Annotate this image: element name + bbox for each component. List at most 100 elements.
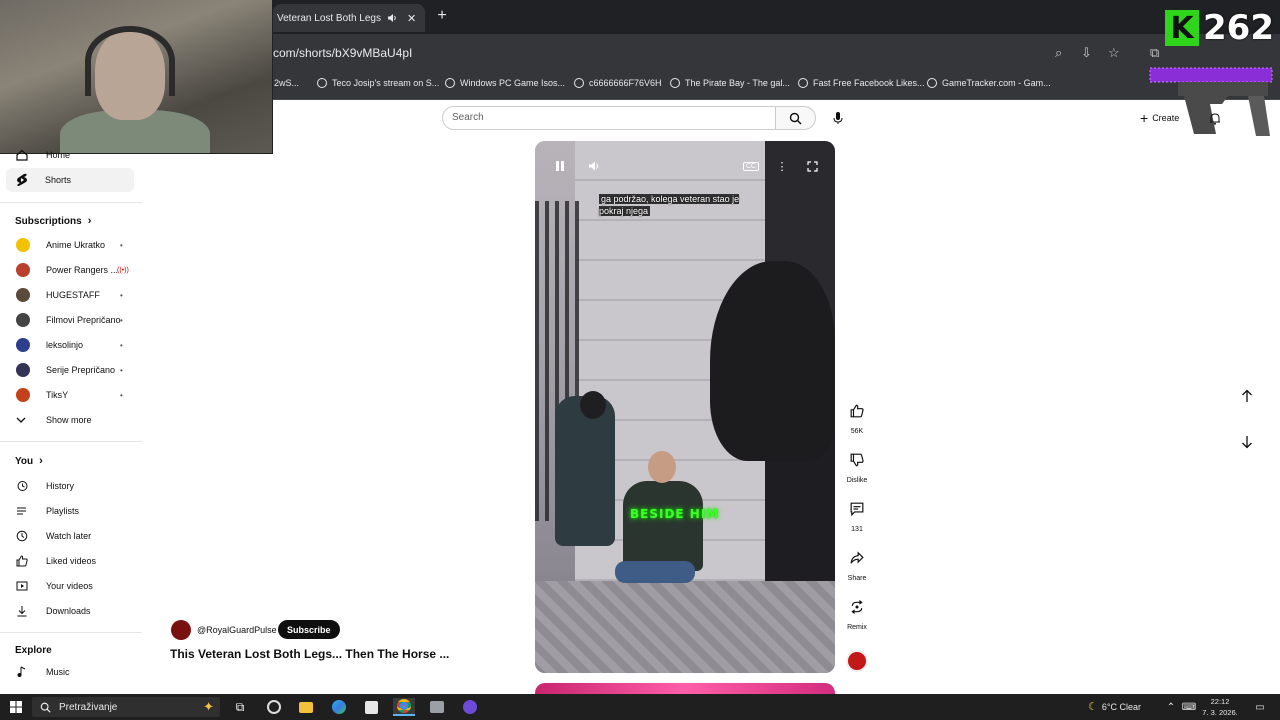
live-indicator-icon: ((•)) [117, 266, 129, 274]
new-content-dot: • [120, 240, 123, 250]
webcam-overlay [0, 0, 273, 154]
tab-close-icon[interactable]: ✕ [407, 12, 416, 25]
channel-avatar [16, 238, 30, 252]
share-icon [850, 551, 864, 564]
sidebar-item-subscription[interactable]: leksolinjo • [0, 333, 134, 357]
sidebar-item-subscription[interactable]: TiksY • [0, 383, 134, 407]
address-bar-url[interactable]: com/shorts/bX9vMBaU4pI [273, 46, 412, 60]
task-view-button[interactable]: ⧉ [229, 698, 251, 716]
arrow-up-icon [1242, 389, 1252, 402]
install-app-icon[interactable]: ⇩ [1081, 45, 1092, 61]
video-overlay-text: BESIDE HIM [630, 507, 720, 521]
previous-short-button[interactable] [1234, 383, 1260, 409]
comments-button[interactable]: 131 [842, 494, 872, 533]
new-content-dot: • [120, 365, 123, 375]
comment-count: 131 [851, 526, 863, 533]
tab-active[interactable]: Veteran Lost Both Legs... The ✕ [273, 4, 425, 32]
taskbar-app-generic[interactable] [459, 698, 481, 716]
shorts-video-player[interactable]: ga podržao, kolega veteran stao je pokra… [535, 141, 835, 673]
sidebar-item-playlists[interactable]: Playlists [0, 499, 134, 523]
captions-button[interactable]: CC [738, 155, 764, 177]
bookmark-item[interactable]: Fast Free Facebook Likes... [798, 78, 925, 88]
taskbar-app-generic[interactable] [426, 698, 448, 716]
taskbar-app-chrome[interactable] [393, 698, 415, 716]
subscriptions-heading[interactable]: Subscriptions › [15, 215, 91, 227]
subscribe-button[interactable]: Subscribe [278, 620, 340, 639]
bookmark-item[interactable]: Windows PC Game Isos... [445, 78, 565, 88]
zoom-icon[interactable]: ⌕ [1055, 45, 1062, 61]
like-count: 56K [850, 428, 864, 435]
chevron-right-icon: › [39, 455, 43, 467]
new-content-dot: • [120, 340, 123, 350]
bookmark-item[interactable]: c6666666F76V6H [574, 78, 662, 88]
fullscreen-button[interactable] [799, 155, 825, 177]
volume-button[interactable] [581, 155, 607, 177]
search-input[interactable] [442, 106, 776, 130]
bell-icon [1210, 112, 1220, 125]
dislike-button[interactable]: Dislike [842, 445, 872, 484]
closed-captions-icon: CC [742, 161, 760, 171]
sidebar-item-subscription[interactable]: Filmovi Prepričano • [0, 308, 134, 332]
more-options-button[interactable]: ⋮ [769, 155, 795, 177]
bookmark-item[interactable]: The Pirate Bay - The gal... [670, 78, 790, 88]
taskbar-app-obs[interactable] [263, 698, 285, 716]
weather-widget[interactable]: ☾ 6°C Clear [1088, 700, 1141, 713]
sitting-veteran [623, 481, 703, 571]
channel-avatar [16, 288, 30, 302]
create-button[interactable]: + Create [1140, 108, 1179, 128]
taskbar-app-store[interactable] [360, 698, 382, 716]
arrow-down-icon [1242, 436, 1252, 449]
share-button[interactable]: Share [842, 543, 872, 582]
voice-search-button[interactable] [826, 106, 850, 130]
sidebar-item-liked-videos[interactable]: Liked videos [0, 549, 134, 573]
you-heading[interactable]: You › [15, 455, 43, 467]
sidebar-item-subscription[interactable]: HUGESTAFF • [0, 283, 134, 307]
chevron-down-icon [0, 416, 46, 424]
taskbar-app-edge[interactable] [328, 698, 350, 716]
channel-avatar[interactable] [171, 620, 191, 640]
store-icon [364, 700, 378, 714]
notification-center-button[interactable]: ▭ [1249, 698, 1271, 716]
taskbar-search[interactable]: Pretraživanje ✦ [32, 697, 220, 717]
notifications-button[interactable] [1206, 108, 1224, 128]
bookmark-star-icon[interactable]: ☆ [1108, 45, 1120, 61]
comment-icon [850, 502, 864, 516]
shorts-icon [6, 173, 45, 187]
windows-logo-icon [10, 701, 22, 713]
like-button[interactable]: 56K [842, 396, 872, 435]
bookmark-item[interactable]: GameTracker.com - Gam... [927, 78, 1051, 88]
sidebar-item-history[interactable]: History [0, 474, 134, 498]
sidebar-item-watch-later[interactable]: Watch later [0, 524, 134, 548]
extensions-icon[interactable]: ⧉ [1150, 45, 1159, 61]
keyboard-tray-button[interactable]: ⌨ [1178, 698, 1200, 716]
sidebar-show-more[interactable]: Show more [0, 408, 134, 432]
app-icon [430, 701, 444, 713]
search-button[interactable] [776, 106, 816, 130]
sidebar-divider [0, 632, 142, 633]
remix-icon [851, 600, 863, 614]
notification-icon: ▭ [1255, 701, 1265, 713]
sidebar-item-subscription[interactable]: Power Rangers ... ((•)) [0, 258, 134, 282]
bookmark-item[interactable]: 2wS... [274, 78, 299, 88]
sidebar-item-your-videos[interactable]: Your videos [0, 574, 134, 598]
next-short-button[interactable] [1234, 429, 1260, 455]
new-tab-button[interactable]: + [432, 7, 452, 25]
sidebar-item-subscription[interactable]: Anime Ukratko • [0, 233, 134, 257]
bookmark-item[interactable]: Teco Josip's stream on S... [317, 78, 439, 88]
channel-avatar[interactable] [846, 650, 868, 672]
taskbar-app-explorer[interactable] [295, 698, 317, 716]
channel-name[interactable]: @RoyalGuardPulse [197, 625, 277, 635]
sidebar-item-subscription[interactable]: Serije Prepričano • [0, 358, 134, 382]
remix-button[interactable]: Remix [842, 592, 872, 631]
taskbar-clock[interactable]: 22:12 7. 3. 2026. [1200, 696, 1240, 718]
cobblestone-ground [535, 581, 835, 673]
video-title[interactable]: This Veteran Lost Both Legs... Then The … [170, 647, 449, 661]
start-button[interactable] [5, 698, 27, 716]
viewer-badge: K 262 [1165, 8, 1280, 48]
pause-button[interactable] [547, 155, 573, 177]
sidebar-item-shorts[interactable]: Shorts [6, 168, 134, 192]
sidebar-item-downloads[interactable]: Downloads [0, 599, 134, 623]
keyboard-icon: ⌨ [1181, 701, 1197, 713]
sidebar-item-music[interactable]: Music [0, 660, 134, 684]
sidebar-item-home[interactable]: Home [0, 143, 134, 167]
